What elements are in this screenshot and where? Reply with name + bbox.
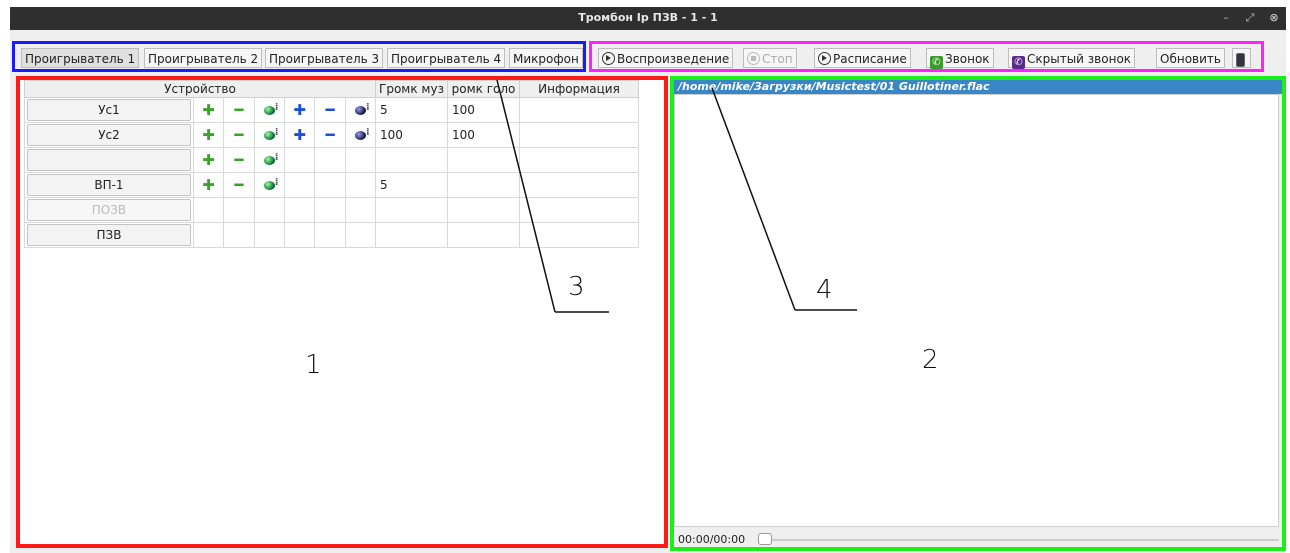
annotation-label-1: 1 bbox=[305, 350, 322, 380]
annotation-lines bbox=[496, 79, 857, 313]
annotation-label-3: 3 bbox=[568, 272, 585, 302]
annotation-label-2: 2 bbox=[922, 345, 939, 375]
annotation-line-4 bbox=[711, 87, 796, 311]
annotation-line-3 bbox=[496, 79, 556, 313]
annotation-label-4: 4 bbox=[816, 275, 833, 305]
